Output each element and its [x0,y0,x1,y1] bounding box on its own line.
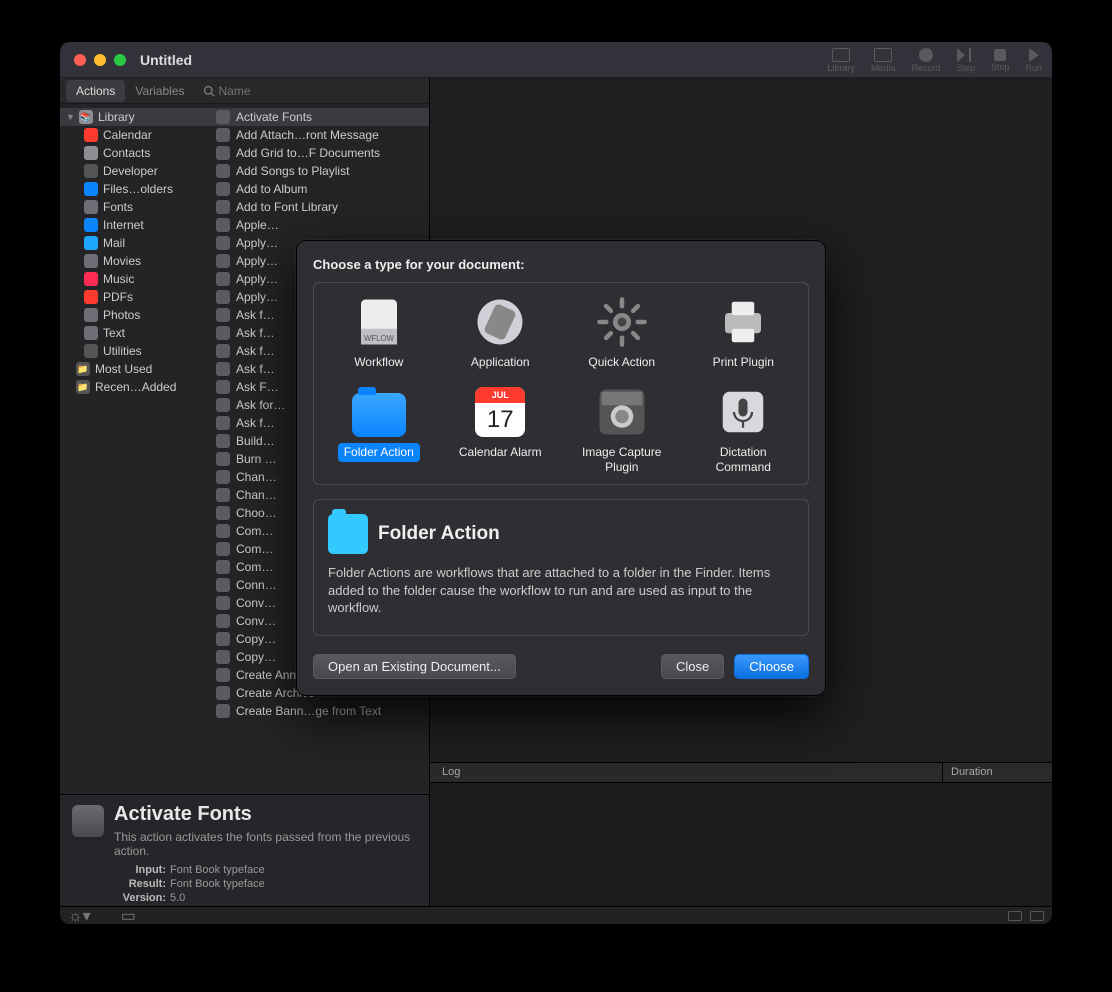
action-info-pane: Activate Fonts This action activates the… [60,794,429,906]
action-item[interactable]: Create Bann…ge from Text [210,702,429,720]
library-item[interactable]: Calendar [60,126,210,144]
dialog-buttons: Open an Existing Document... Close Choos… [313,654,809,679]
titlebar: Untitled Library Media Record Step Stop Run [60,42,1052,78]
folder-icon [328,514,368,554]
library-item[interactable]: 📁Most Used [60,360,210,378]
document-type-quick-action[interactable]: Quick Action [561,291,683,375]
action-item[interactable]: Apple… [210,216,429,234]
type-label: Print Plugin [707,353,780,371]
dialog-title: Choose a type for your document: [313,257,809,272]
selected-type-title: Folder Action [378,523,500,545]
toolbar-record-button[interactable]: Record [911,48,940,73]
workflow-icon: WFLOW [352,295,406,349]
action-item[interactable]: Add to Font Library [210,198,429,216]
action-info-meta: Input:Font Book typeface Result:Font Boo… [114,864,417,904]
action-info-title: Activate Fonts [114,803,417,826]
type-label: Calendar Alarm [453,443,548,461]
library-item[interactable]: Files…olders [60,180,210,198]
type-label: Image CapturePlugin [576,443,667,476]
log-col-duration[interactable]: Duration [942,763,1052,782]
document-type-print-plugin[interactable]: Print Plugin [683,291,805,375]
library-tabs: Actions Variables [60,78,429,104]
window-title: Untitled [140,52,192,68]
toolbar-library-button[interactable]: Library [827,48,855,73]
search-input[interactable] [219,84,422,98]
document-type-grid: WFLOW Workflow Application Quick Action Prin… [313,282,809,485]
calendar-alarm-icon [473,385,527,439]
type-label: DictationCommand [710,443,777,476]
document-type-image-capture-plugin[interactable]: Image CapturePlugin [561,381,683,480]
log-pane: Log Duration [430,762,1052,906]
type-label: Quick Action [582,353,661,371]
close-window-button[interactable] [74,54,86,66]
statusbar: ☼▾ ▭ [60,906,1052,924]
toolbar-media-button[interactable]: Media [871,48,896,73]
toolbar-run-button[interactable]: Run [1025,48,1042,73]
action-item[interactable]: Add Songs to Playlist [210,162,429,180]
print-plugin-icon [716,295,770,349]
action-info-desc: This action activates the fonts passed f… [114,830,417,858]
library-item[interactable]: Text [60,324,210,342]
library-item[interactable]: Contacts [60,144,210,162]
action-item[interactable]: Add Grid to…F Documents [210,144,429,162]
choose-button[interactable]: Choose [734,654,809,679]
type-label: Folder Action [338,443,420,461]
library-item[interactable]: ▼📚Library [60,108,210,126]
library-item[interactable]: Internet [60,216,210,234]
open-existing-button[interactable]: Open an Existing Document... [313,654,516,679]
library-item[interactable]: Mail [60,234,210,252]
selected-type-text: Folder Actions are workflows that are at… [328,564,794,617]
toolbar-stop-button[interactable]: Stop [991,49,1010,72]
view-flow-icon[interactable] [1030,911,1044,921]
zoom-window-button[interactable] [114,54,126,66]
svg-text:WFLOW: WFLOW [364,334,395,343]
log-col-log[interactable]: Log [430,763,942,782]
document-type-dialog: Choose a type for your document: WFLOW Wo… [296,240,826,696]
application-icon [473,295,527,349]
selected-type-description: Folder Action Folder Actions are workflo… [313,499,809,636]
library-item[interactable]: Music [60,270,210,288]
toolbar: Library Media Record Step Stop Run [827,42,1042,78]
library-item[interactable]: Utilities [60,342,210,360]
document-type-calendar-alarm[interactable]: Calendar Alarm [440,381,562,480]
action-item[interactable]: Add to Album [210,180,429,198]
type-label: Workflow [348,353,409,371]
window-controls [74,54,126,66]
document-type-folder-action[interactable]: Folder Action [318,381,440,480]
document-type-workflow[interactable]: WFLOW Workflow [318,291,440,375]
library-item[interactable]: Photos [60,306,210,324]
image-capture-plugin-icon [595,385,649,439]
library-item[interactable]: Developer [60,162,210,180]
log-header: Log Duration [430,763,1052,783]
action-item[interactable]: Add Attach…ront Message [210,126,429,144]
quick-action-icon [595,295,649,349]
action-item[interactable]: Activate Fonts [210,108,429,126]
document-type-dictation-command[interactable]: DictationCommand [683,381,805,480]
library-item[interactable]: Fonts [60,198,210,216]
library-categories[interactable]: ▼📚LibraryCalendarContactsDeveloperFiles…… [60,104,210,794]
tab-variables[interactable]: Variables [125,80,194,102]
library-item[interactable]: Movies [60,252,210,270]
close-button[interactable]: Close [661,654,724,679]
search-icon [203,85,215,97]
type-label: Application [465,353,536,371]
statusbar-action-icon[interactable]: ▭ [121,906,136,925]
toolbar-step-button[interactable]: Step [956,48,975,73]
tab-actions[interactable]: Actions [66,80,125,102]
view-list-icon[interactable] [1008,911,1022,921]
search-field[interactable] [195,84,430,98]
minimize-window-button[interactable] [94,54,106,66]
folder-action-icon [352,385,406,439]
library-item[interactable]: 📁Recen…Added [60,378,210,396]
statusbar-gear-icon[interactable]: ☼▾ [68,906,91,925]
action-info-icon [72,805,104,837]
dictation-command-icon [716,385,770,439]
library-item[interactable]: PDFs [60,288,210,306]
document-type-application[interactable]: Application [440,291,562,375]
